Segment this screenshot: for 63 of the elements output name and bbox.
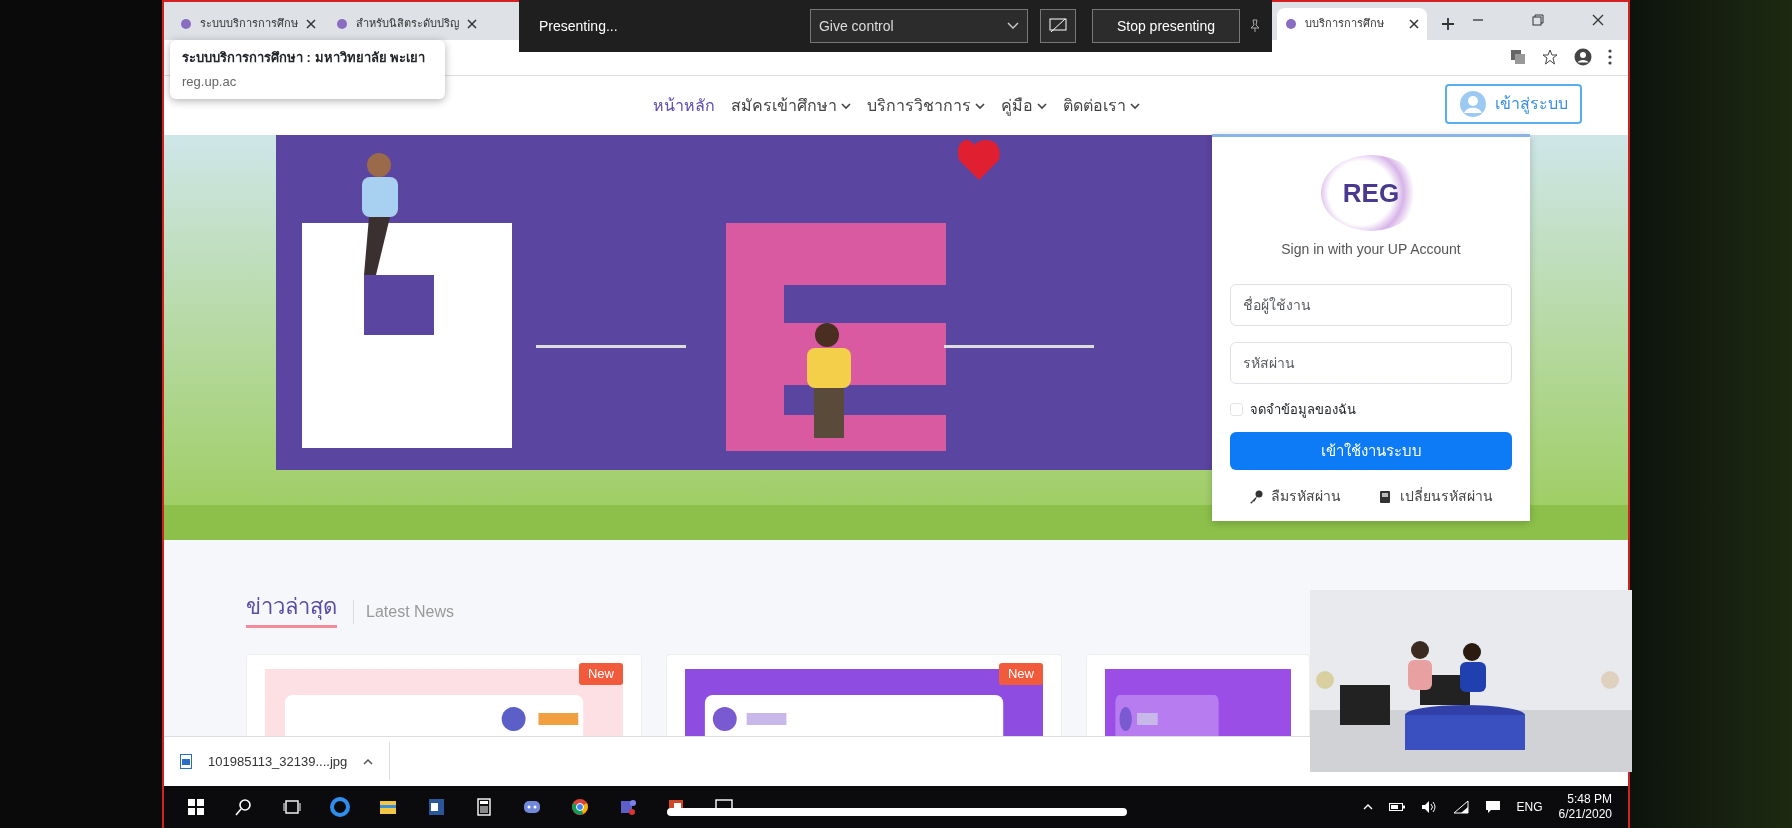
volume-icon[interactable] (1420, 799, 1437, 814)
screen-share-icon (1048, 18, 1067, 34)
profile-icon[interactable] (1574, 48, 1592, 67)
change-password-link[interactable]: เปลี่ยนรหัสผ่าน (1378, 486, 1494, 507)
scroll-handle[interactable] (667, 808, 1127, 816)
nav-link[interactable]: บริการวิชาการ (866, 93, 985, 118)
download-item[interactable]: 101985113_32139....jpg (180, 742, 391, 781)
clock[interactable]: 5:48 PM 6/21/2020 (1558, 791, 1612, 822)
login-button[interactable]: เข้าสู่ระบบ (1445, 84, 1582, 125)
nav-link[interactable]: ติดต่อเรา (1062, 93, 1140, 118)
image-file-icon (180, 753, 192, 769)
tooltip-url: reg.up.ac (182, 72, 238, 91)
browser-tab[interactable]: ระบบบริการการศึกษ (172, 7, 324, 40)
screen-share-button[interactable] (1039, 9, 1076, 43)
close-icon[interactable] (467, 18, 477, 29)
tooltip-title: ระบบบริการการศึกษา : มหาวิทยาลัย พะเยา (182, 49, 427, 67)
give-control-dropdown[interactable]: Give control (809, 9, 1028, 43)
browser-tab[interactable]: สำหรับนิสิตระดับปริญ (328, 7, 485, 40)
maximize-icon[interactable] (1532, 13, 1544, 26)
section-title: ข่าวล่าสุด (246, 590, 337, 629)
language-indicator[interactable]: ENG (1516, 797, 1543, 816)
remember-checkbox[interactable] (1230, 403, 1243, 417)
wifi-icon[interactable] (1452, 799, 1469, 814)
remember-label: จดจำข้อมูลของฉัน (1249, 401, 1356, 420)
news-card[interactable] (1086, 654, 1310, 737)
word-icon[interactable] (426, 796, 446, 817)
battery-icon[interactable] (1388, 801, 1405, 812)
sign-in-button[interactable]: เข้าใช้งานระบบ (1230, 432, 1512, 470)
avatar-icon (1459, 90, 1487, 119)
browser-icon[interactable] (330, 796, 350, 817)
username-field[interactable]: ชื่อผู้ใช้งาน (1230, 284, 1512, 326)
book-icon (1378, 489, 1393, 504)
calculator-icon[interactable] (474, 796, 494, 817)
section-subtitle: Latest News (353, 600, 455, 625)
star-icon[interactable] (1542, 49, 1558, 66)
stop-presenting-button[interactable]: Stop presenting (1091, 9, 1240, 43)
notification-icon[interactable] (1484, 799, 1501, 814)
windows-icon[interactable] (186, 796, 206, 817)
close-icon[interactable] (1592, 13, 1604, 26)
favicon-icon (336, 17, 348, 30)
search-icon[interactable] (234, 796, 254, 817)
sign-in-subtitle: Sign in with your UP Account (1280, 240, 1462, 259)
pin-icon[interactable] (1248, 19, 1262, 33)
close-icon[interactable] (306, 18, 316, 29)
new-badge: New (999, 663, 1043, 685)
chevron-down-icon (1006, 22, 1019, 30)
browser-tab[interactable]: บบริการการศึกษ (1277, 7, 1427, 40)
browser-icon[interactable] (570, 796, 590, 817)
chevron-up-icon (363, 757, 374, 765)
nav-link[interactable]: คู่มือ (1000, 93, 1047, 118)
forgot-password-link[interactable]: ลืมรหัสผ่าน (1248, 486, 1341, 507)
nav-link[interactable]: สมัครเข้าศึกษา (730, 93, 851, 118)
new-tab-icon[interactable] (1441, 16, 1455, 31)
menu-icon[interactable] (1608, 49, 1612, 66)
close-icon[interactable] (1409, 18, 1419, 29)
favicon-icon (1285, 17, 1297, 30)
presenting-status: Presenting... (539, 16, 618, 36)
password-field[interactable]: รหัสผ่าน (1230, 342, 1512, 384)
chevron-up-icon[interactable] (1362, 803, 1373, 811)
favicon-icon (180, 17, 192, 30)
new-badge: New (579, 663, 623, 685)
key-icon (1248, 489, 1263, 504)
nav-link[interactable]: หน้าหลัก (652, 93, 715, 118)
